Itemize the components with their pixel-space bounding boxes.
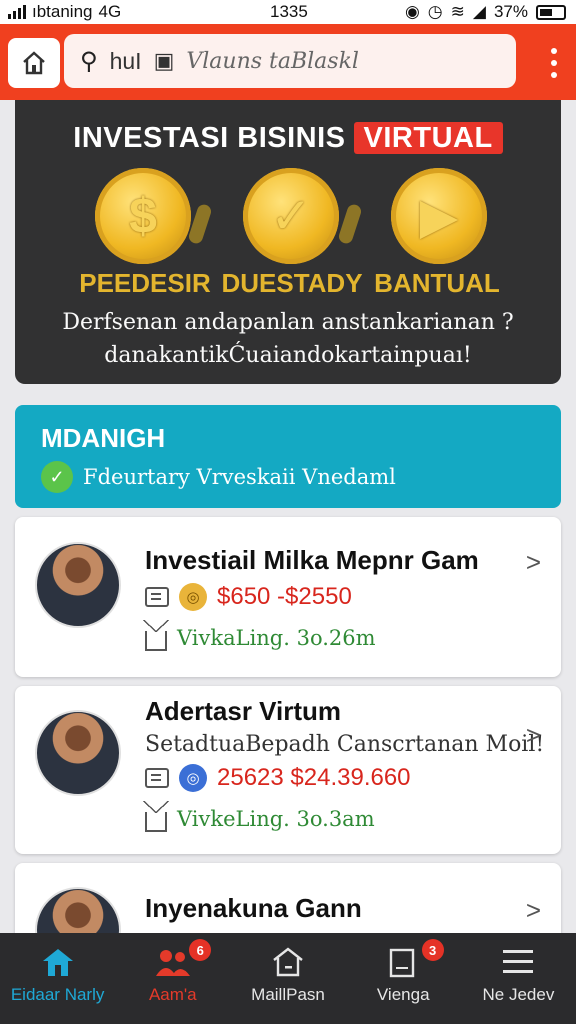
home-button[interactable] bbox=[8, 38, 60, 88]
list-item[interactable]: Adertasr Virtum SetadtuaBepadh Canscrtan… bbox=[15, 686, 561, 854]
battery-percent: 37% bbox=[493, 2, 528, 21]
bottom-navigation: Eidaar Narly 6 Aam'a MaillPasn 3 Vienga … bbox=[0, 933, 576, 1024]
banner-title: MDANIGH bbox=[41, 423, 166, 453]
network-type: 4G bbox=[98, 2, 122, 21]
list-item[interactable]: Investiail Milka Mepnr Gam ◎ $650 -$2550… bbox=[15, 517, 561, 677]
notification-badge: 3 bbox=[421, 939, 444, 961]
hero-description-line2: danakantikĆuaiandokartainpuaı! bbox=[104, 343, 472, 368]
coin-icon: ◎ bbox=[179, 583, 207, 611]
item-title: Investiail Milka Mepnr Gam bbox=[145, 545, 479, 575]
nav-vienga[interactable]: 3 Vienga bbox=[346, 933, 461, 1024]
nav-label: MaillPasn bbox=[251, 985, 325, 1004]
chevron-right-icon[interactable]: > bbox=[526, 720, 541, 751]
feature-label[interactable]: DUESTADY bbox=[212, 268, 372, 299]
home-icon bbox=[23, 51, 45, 75]
cell-signal-icon: ◢ bbox=[472, 2, 486, 21]
nav-label: Aam'a bbox=[148, 985, 197, 1004]
coin-shadow bbox=[337, 202, 363, 246]
sync-icon: ◉ bbox=[404, 2, 420, 21]
house-outline-icon bbox=[269, 945, 307, 979]
item-meta-row: VivkaLing. 3o.26m bbox=[143, 620, 376, 651]
dollar-glyph: $ bbox=[129, 188, 157, 244]
browser-toolbar: ⚲ huI ▣ Vlauns taBlaskl bbox=[0, 24, 576, 100]
hero-title-tag: VIRTUAL bbox=[353, 122, 503, 154]
coin-shadow bbox=[187, 202, 213, 246]
dollar-coin-icon[interactable]: $ bbox=[95, 168, 191, 264]
people-icon bbox=[154, 945, 192, 979]
nav-label: Ne Jedev bbox=[482, 985, 555, 1004]
item-subtitle: SetadtuaBepadh Canscrtanan Moil! bbox=[145, 732, 545, 757]
check-badge-icon: ✓ bbox=[41, 461, 73, 493]
message-icon bbox=[145, 768, 169, 788]
chart-coin-icon[interactable]: ✓ bbox=[243, 168, 339, 264]
nav-label: Eidaar Narly bbox=[10, 985, 105, 1004]
status-bar: ıbtaning 4G 1335 ◉ ◷ ≋ ◢ 37% bbox=[0, 0, 576, 24]
box-icon: ▣ bbox=[153, 48, 175, 73]
house-icon bbox=[143, 620, 169, 651]
item-title: Inyenakuna Gann bbox=[145, 893, 362, 923]
banner-subtitle: ✓ Fdeurtary Vrveskaii Vnedaml bbox=[41, 461, 396, 493]
home-icon bbox=[39, 945, 77, 979]
item-price: 25623 $24.39.660 bbox=[217, 764, 411, 791]
more-menu-icon[interactable] bbox=[550, 48, 558, 78]
avatar bbox=[35, 542, 121, 628]
item-price-row: ◎ 25623 $24.39.660 bbox=[145, 764, 411, 792]
nav-label: Vienga bbox=[376, 985, 430, 1004]
battery-icon bbox=[536, 4, 566, 20]
search-icon: ⚲ bbox=[80, 47, 98, 75]
alarm-icon: ◷ bbox=[427, 2, 443, 21]
item-meta-row: VivkeLing. 3o.3am bbox=[143, 801, 375, 832]
address-placeholder: Vlauns taBlaskl bbox=[186, 48, 359, 74]
feature-label[interactable]: BANTUAL bbox=[357, 268, 517, 299]
hero-description-line1: Derfsenan andapanlan anstankarianan ? bbox=[62, 310, 514, 335]
signal-icon bbox=[8, 5, 26, 19]
notification-badge: 6 bbox=[189, 939, 212, 961]
menu-icon bbox=[499, 945, 537, 979]
hero-title-text: INVESTASI BISINIS bbox=[73, 122, 346, 154]
message-icon bbox=[145, 587, 169, 607]
address-bar[interactable]: ⚲ huI ▣ Vlauns taBlaskl bbox=[64, 34, 516, 88]
nav-community[interactable]: 6 Aam'a bbox=[115, 933, 230, 1024]
play-glyph: ▶ bbox=[419, 188, 459, 244]
coin-icon: ◎ bbox=[179, 764, 207, 792]
item-price-row: ◎ $650 -$2550 bbox=[145, 583, 352, 611]
house-icon bbox=[143, 801, 169, 832]
chevron-right-icon[interactable]: > bbox=[526, 547, 541, 578]
play-coin-icon[interactable]: ▶ bbox=[391, 168, 487, 264]
item-meta: VivkeLing. 3o.3am bbox=[177, 807, 375, 831]
item-meta: VivkaLing. 3o.26m bbox=[177, 626, 376, 650]
address-text: huI bbox=[109, 47, 142, 74]
item-price: $650 -$2550 bbox=[217, 583, 352, 610]
nav-mail[interactable]: MaillPasn bbox=[230, 933, 345, 1024]
nav-home[interactable]: Eidaar Narly bbox=[0, 933, 115, 1024]
avatar bbox=[35, 710, 121, 796]
item-title: Adertasr Virtum bbox=[145, 696, 342, 726]
hero-panel: INVESTASI BISINIS VIRTUAL $ ✓ ▶ PEEDESIR … bbox=[15, 100, 561, 384]
promo-banner[interactable]: MDANIGH ✓ Fdeurtary Vrveskaii Vnedaml bbox=[15, 405, 561, 508]
carrier-name: ıbtaning bbox=[32, 2, 93, 21]
wifi-icon: ≋ bbox=[450, 2, 465, 21]
nav-menu[interactable]: Ne Jedev bbox=[461, 933, 576, 1024]
chevron-right-icon[interactable]: > bbox=[526, 895, 541, 926]
clock: 1335 bbox=[270, 2, 308, 21]
feature-label[interactable]: PEEDESIR bbox=[65, 268, 225, 299]
document-icon bbox=[384, 945, 422, 979]
banner-subtitle-text: Fdeurtary Vrveskaii Vnedaml bbox=[83, 465, 396, 489]
hero-title: INVESTASI BISINIS VIRTUAL bbox=[15, 122, 561, 155]
chart-glyph: ✓ bbox=[270, 188, 312, 244]
